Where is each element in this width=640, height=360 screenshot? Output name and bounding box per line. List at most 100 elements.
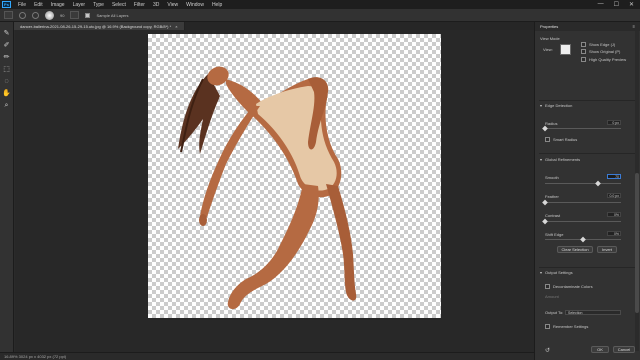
refine-edge-brush-icon[interactable]: ✐: [2, 42, 11, 50]
quick-selection-tool-icon[interactable]: ✎: [2, 30, 11, 38]
global-refinements-label: Global Refinements: [545, 157, 581, 162]
object-selection-tool-icon[interactable]: ⬚: [2, 66, 11, 74]
shift-edge-label: Shift Edge: [545, 232, 564, 237]
menu-3d[interactable]: 3D: [149, 2, 163, 8]
close-tab-icon[interactable]: ×: [175, 24, 177, 29]
radius-value[interactable]: 0 px: [607, 120, 621, 125]
invert-button[interactable]: Invert: [597, 246, 617, 253]
decontaminate-label: Decontaminate Colors: [553, 284, 593, 289]
output-settings-section[interactable]: ▾ Output Settings: [540, 270, 573, 275]
shift-edge-slider-thumb[interactable]: [580, 236, 586, 243]
add-mode-icon[interactable]: [19, 11, 26, 19]
divider: [539, 100, 635, 101]
menu-view[interactable]: View: [163, 2, 182, 8]
smart-radius-checkbox[interactable]: [545, 137, 550, 142]
brush-tool-icon[interactable]: ✏: [2, 54, 11, 62]
radius-slider[interactable]: [542, 125, 621, 132]
contrast-row: Contrast: [545, 213, 560, 218]
lasso-tool-icon[interactable]: ◌: [2, 78, 11, 86]
reset-icon[interactable]: ↺: [545, 347, 550, 354]
show-edge-checkbox[interactable]: [581, 42, 586, 47]
photoshop-logo: Ps: [2, 1, 11, 8]
hq-preview-checkbox[interactable]: [581, 57, 586, 62]
menu-window[interactable]: Window: [182, 2, 208, 8]
smooth-slider[interactable]: [545, 180, 621, 187]
contrast-slider-thumb[interactable]: [542, 218, 548, 225]
show-original-label: Show Original (P): [589, 49, 621, 54]
smooth-label: Smooth: [545, 175, 559, 180]
remember-settings-row: Remember Settings: [545, 324, 588, 329]
remember-settings-label: Remember Settings: [553, 324, 589, 329]
maximize-icon[interactable]: ☐: [614, 1, 619, 8]
amount-row: Amount: [545, 294, 559, 299]
contrast-slider[interactable]: [542, 218, 621, 225]
shift-edge-value[interactable]: 0%: [607, 231, 621, 236]
document-canvas[interactable]: [148, 34, 441, 318]
radius-row: Radius: [545, 121, 557, 126]
show-edge-label: Show Edge (J): [589, 42, 616, 47]
chevron-down-icon: ▾: [540, 270, 543, 275]
view-mode-section: View Mode: [540, 36, 560, 41]
sample-all-layers-checkbox[interactable]: [85, 12, 91, 18]
feather-label: Feather: [545, 194, 559, 199]
output-to-label: Output To:: [545, 310, 564, 315]
view-mode-thumbnail[interactable]: [560, 44, 571, 55]
scrollbar-thumb[interactable]: [635, 173, 639, 313]
menu-select[interactable]: Select: [108, 2, 130, 8]
document-tab[interactable]: dancer-ballerina-2021-08-26-15-29-15.utc…: [14, 22, 185, 30]
feather-slider[interactable]: [542, 199, 621, 206]
subtract-mode-icon[interactable]: [32, 11, 39, 19]
amount-label: Amount: [545, 294, 559, 299]
sample-all-layers-label: Sample All Layers: [96, 12, 129, 18]
global-refinements-section[interactable]: ▾ Global Refinements: [540, 157, 580, 162]
cancel-button[interactable]: Cancel: [613, 346, 635, 353]
smooth-value[interactable]: 70: [607, 174, 621, 179]
menu-filter[interactable]: Filter: [130, 2, 149, 8]
ok-button[interactable]: OK: [591, 346, 609, 353]
show-original-row: Show Original (P): [581, 49, 620, 54]
view-row: View:: [543, 47, 553, 52]
contrast-label: Contrast: [545, 213, 561, 218]
minimize-icon[interactable]: —: [598, 1, 604, 8]
window-controls: — ☐ ✕: [598, 1, 640, 8]
menu-image[interactable]: Image: [47, 2, 69, 8]
remember-settings-checkbox[interactable]: [545, 324, 550, 329]
menu-help[interactable]: Help: [208, 2, 226, 8]
clear-selection-button[interactable]: Clear Selection: [557, 246, 593, 253]
contrast-value[interactable]: 0%: [607, 212, 621, 217]
feather-row: Feather: [545, 194, 559, 199]
feather-slider-thumb[interactable]: [542, 199, 548, 206]
properties-header: Properties ≡: [535, 22, 640, 31]
shift-edge-slider[interactable]: [545, 236, 621, 243]
brush-preview-icon[interactable]: [45, 10, 54, 20]
menu-type[interactable]: Type: [89, 2, 108, 8]
output-to-select[interactable]: Selection: [565, 310, 621, 315]
radius-slider-thumb[interactable]: [542, 125, 548, 132]
output-to-row: Output To:: [545, 310, 563, 315]
edge-detection-section[interactable]: ▾ Edge Detection: [540, 103, 572, 108]
brush-size[interactable]: 90: [60, 13, 64, 18]
radius-label: Radius: [545, 121, 558, 126]
document-title: dancer-ballerina-2021-08-26-15-29-15.utc…: [20, 23, 172, 29]
view-mode-label: View Mode: [540, 36, 560, 41]
close-icon[interactable]: ✕: [629, 1, 634, 8]
output-settings-label: Output Settings: [545, 270, 573, 275]
properties-title: Properties: [540, 24, 559, 29]
angle-icon[interactable]: [70, 11, 80, 19]
tool-preset-icon[interactable]: [4, 11, 13, 19]
view-label: View:: [543, 47, 553, 52]
smart-radius-label: Smart Radius: [553, 137, 578, 142]
decontaminate-checkbox[interactable]: [545, 284, 550, 289]
smooth-slider-thumb[interactable]: [595, 180, 602, 187]
panel-menu-icon[interactable]: ≡: [633, 24, 635, 29]
document-tab-bar: dancer-ballerina-2021-08-26-15-29-15.utc…: [14, 22, 534, 30]
show-original-checkbox[interactable]: [581, 49, 586, 54]
menu-edit[interactable]: Edit: [30, 2, 47, 8]
menu-file[interactable]: File: [14, 2, 30, 8]
menu-layer[interactable]: Layer: [69, 2, 90, 8]
hand-tool-icon[interactable]: ✋: [2, 90, 11, 98]
feather-value[interactable]: 0.0 px: [607, 193, 621, 198]
zoom-tool-icon[interactable]: ⌕: [2, 102, 11, 110]
panel-scrollbar[interactable]: [635, 31, 639, 351]
properties-panel: Properties ≡ View Mode View: Show Edge (…: [534, 22, 640, 360]
